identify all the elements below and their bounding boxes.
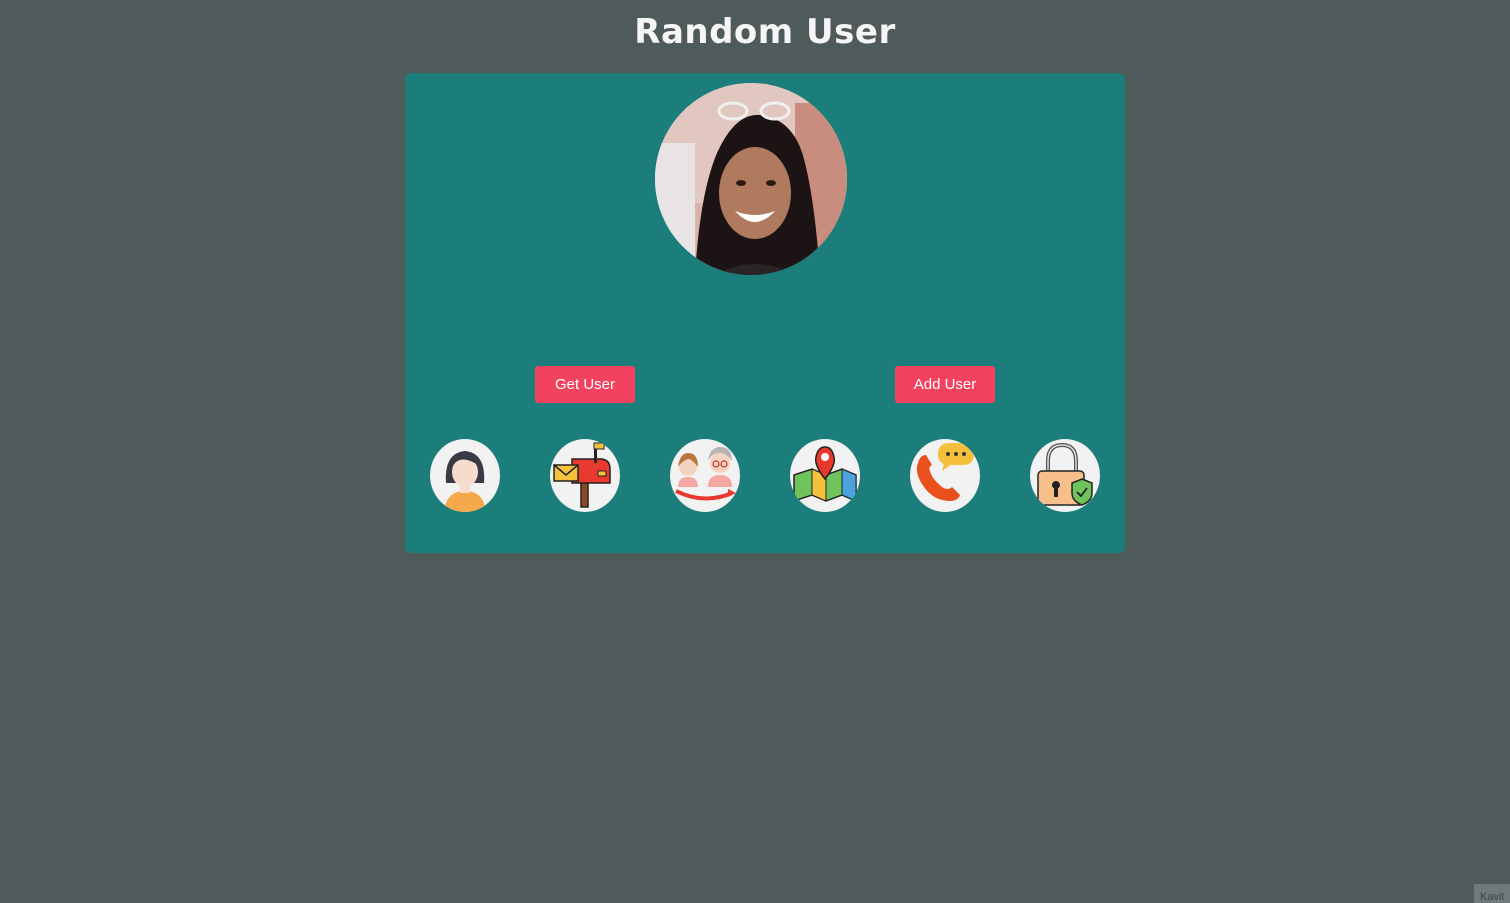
user-card: Get User Add User <box>405 73 1125 553</box>
user-avatar <box>655 83 847 275</box>
add-user-button[interactable]: Add User <box>895 366 995 403</box>
map-location-icon[interactable] <box>790 439 860 512</box>
phone-icon[interactable] <box>910 439 980 512</box>
page: Random User Get User Add User Kavit <box>0 0 1510 903</box>
user-photo <box>655 83 847 275</box>
password-lock-icon[interactable] <box>1030 439 1100 512</box>
footer-badge: Kavit <box>1474 884 1510 903</box>
page-title: Random User <box>634 12 896 52</box>
get-user-button[interactable]: Get User <box>535 366 635 403</box>
age-icon[interactable] <box>670 439 740 512</box>
info-icon-row <box>430 439 1100 513</box>
mailbox-icon[interactable] <box>550 439 620 512</box>
user-icon[interactable] <box>430 439 500 512</box>
